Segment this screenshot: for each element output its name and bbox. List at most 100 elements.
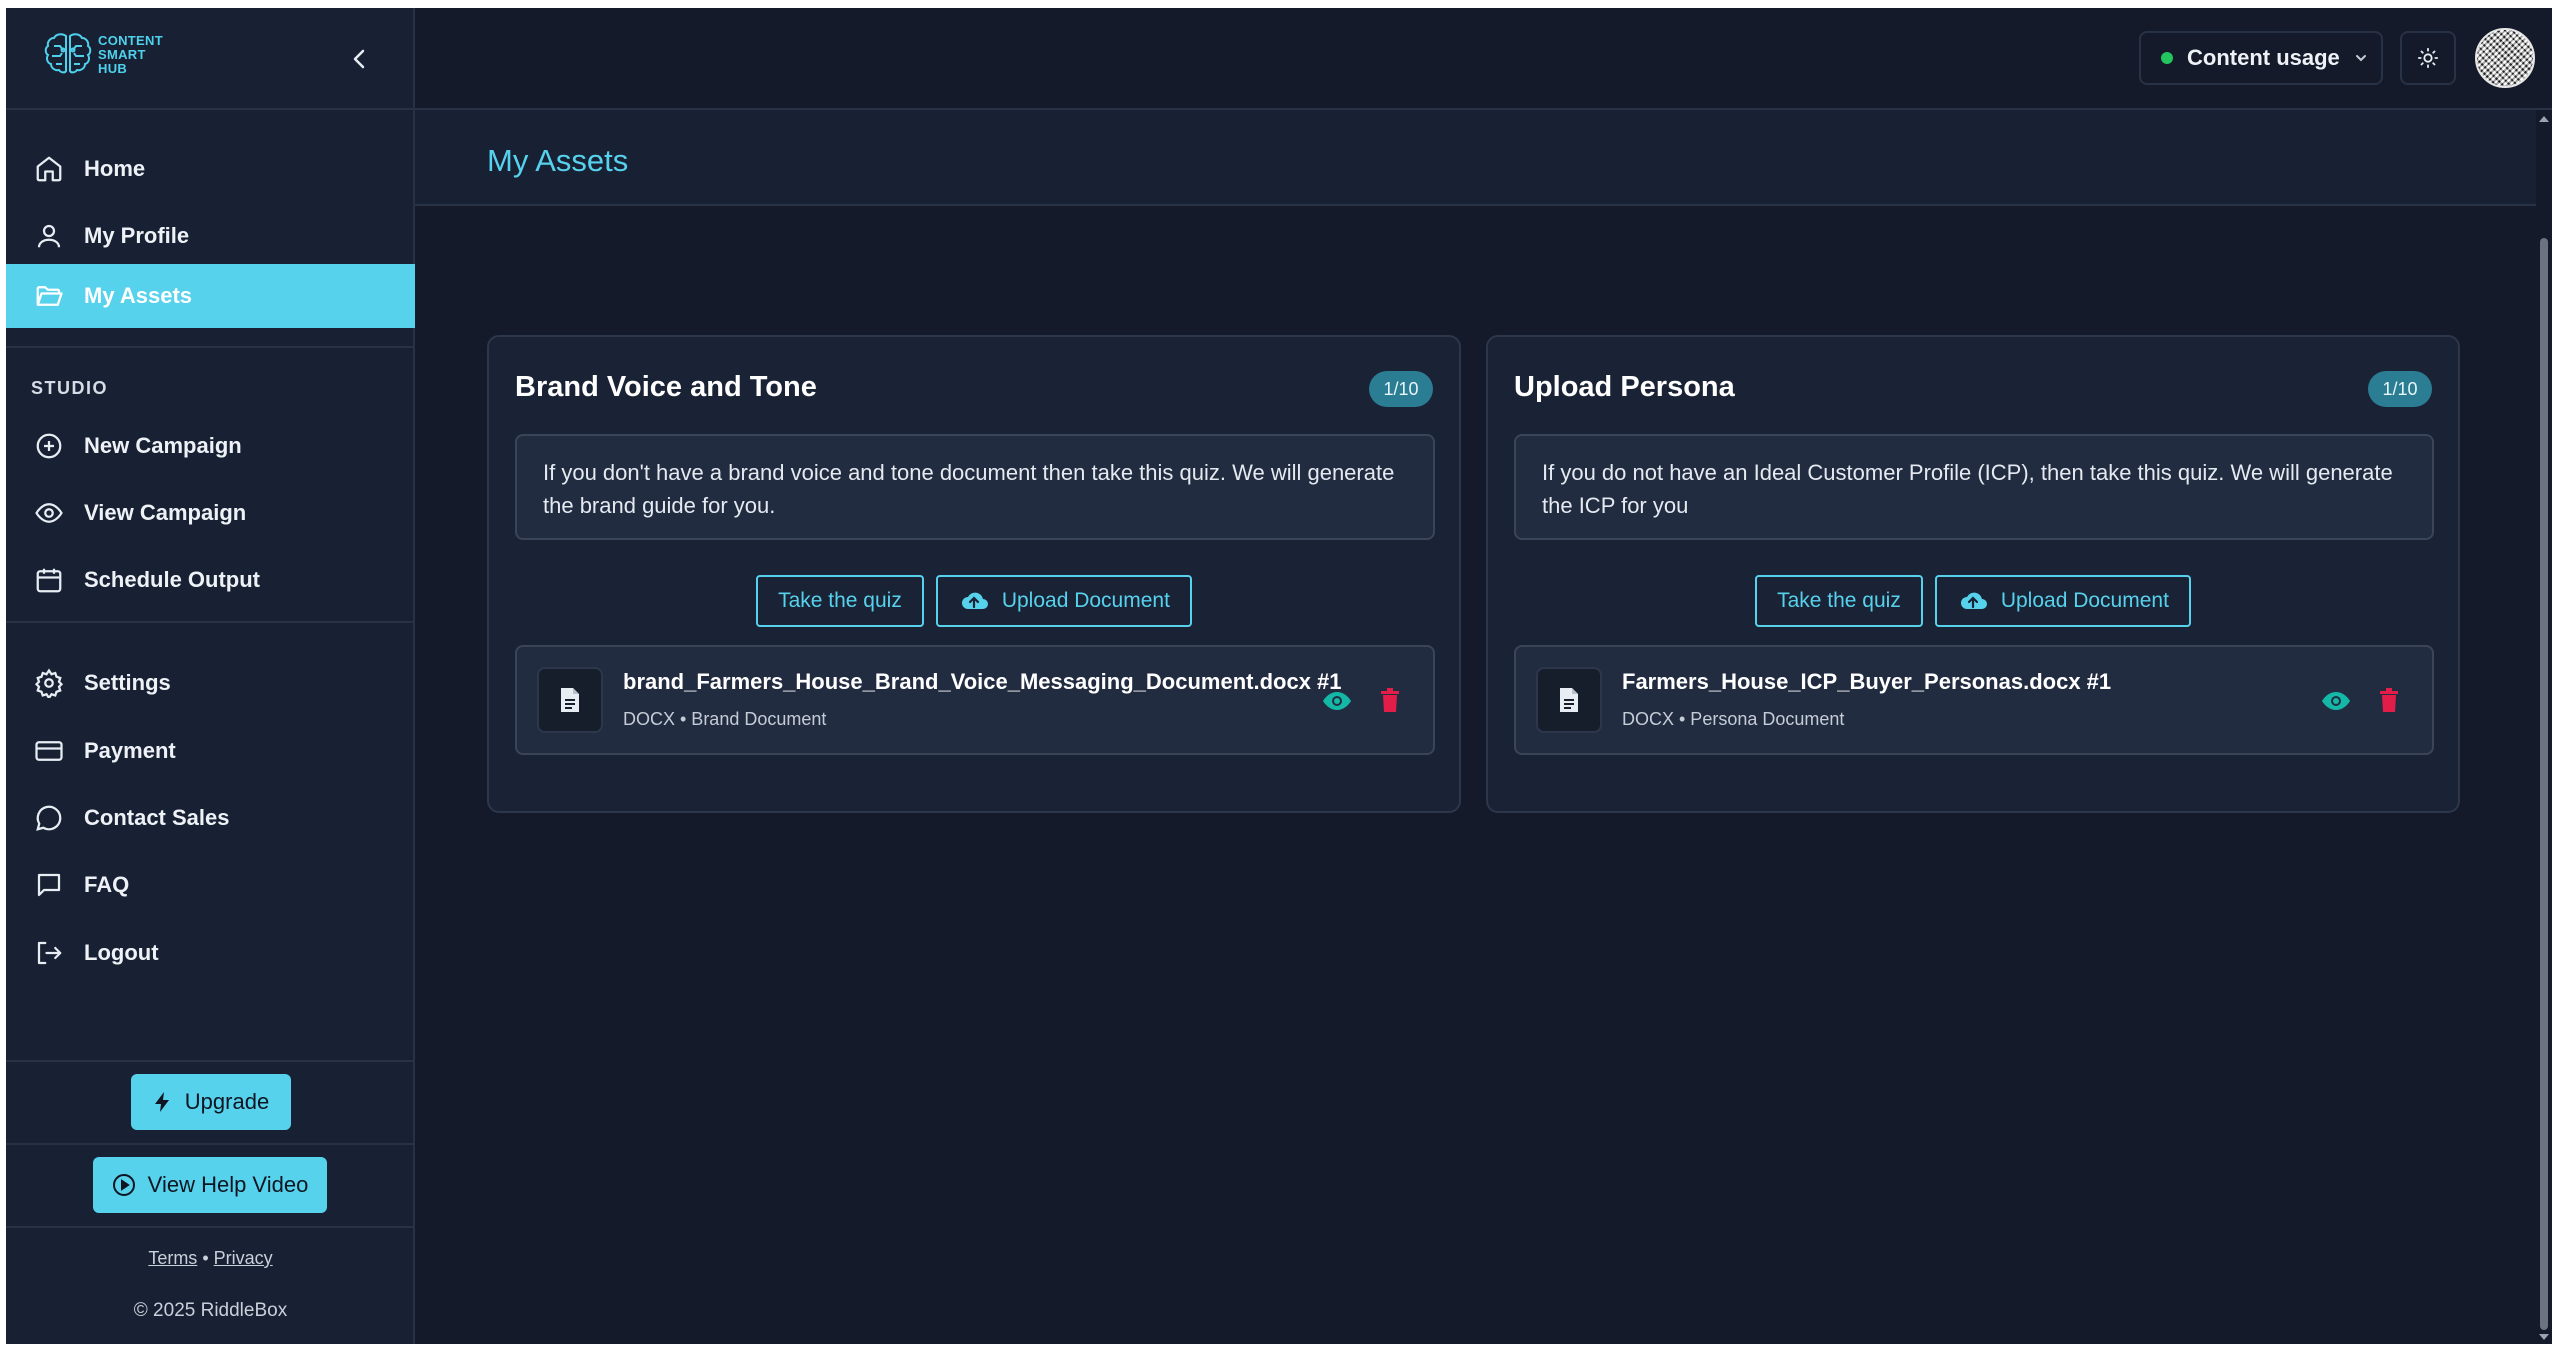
plus-circle-icon (36, 433, 62, 459)
gear-icon (34, 668, 64, 698)
trash-icon (2380, 688, 2398, 712)
usage-count-badge: 1/10 (2368, 371, 2432, 407)
scrollbar[interactable] (2536, 110, 2552, 1344)
terms-link[interactable]: Terms (148, 1248, 197, 1268)
file-name[interactable]: Farmers_House_ICP_Buyer_Personas.docx #1 (1622, 669, 2111, 695)
upload-document-label: Upload Document (2000, 589, 2169, 612)
play-circle-icon (112, 1174, 135, 1196)
logo-text-line: SMART (98, 47, 146, 62)
info-box: If you don't have a brand voice and tone… (515, 434, 1435, 540)
chat-bubble-icon (36, 805, 62, 831)
delete-file-button[interactable] (1377, 685, 1403, 715)
user-icon (37, 224, 61, 248)
sidebar-item-settings[interactable]: Settings (6, 651, 415, 715)
sidebar-divider (6, 1143, 415, 1145)
logo-text-line: CONTENT (98, 33, 163, 48)
folder-open-icon (36, 286, 63, 306)
page-header: My Assets (415, 110, 2536, 206)
take-quiz-button[interactable]: Take the quiz (756, 575, 924, 627)
sidebar-item-view-campaign[interactable]: View Campaign (6, 481, 415, 545)
sidebar-item-new-campaign[interactable]: New Campaign (6, 414, 415, 478)
status-dot (2161, 52, 2173, 64)
upgrade-button[interactable]: Upgrade (131, 1074, 291, 1130)
logo-text: CONTENT SMART HUB (98, 34, 163, 76)
file-meta: DOCX • Persona Document (1622, 709, 1845, 729)
avatar[interactable] (2475, 28, 2535, 88)
lightning-icon (154, 1092, 169, 1112)
sidebar-divider (6, 621, 415, 623)
sidebar-item-label: View Campaign (84, 500, 247, 525)
legal-separator: • (202, 1248, 209, 1268)
document-icon (537, 667, 603, 733)
privacy-link[interactable]: Privacy (214, 1248, 273, 1268)
sidebar-item-label: Settings (84, 670, 171, 695)
cloud-upload-icon (961, 592, 988, 609)
sun-icon (2417, 47, 2439, 69)
take-quiz-label: Take the quiz (1777, 589, 1901, 612)
document-icon (1536, 667, 1602, 733)
sidebar-header: CONTENT SMART HUB (6, 8, 413, 110)
file-name[interactable]: brand_Farmers_House_Brand_Voice_Messagin… (623, 669, 1342, 695)
section-label-studio: STUDIO (31, 378, 109, 398)
content-usage-label: Content usage (2187, 45, 2340, 70)
sidebar: CONTENT SMART HUB Home My Profile My Ass… (6, 8, 415, 1344)
view-file-button[interactable] (1321, 687, 1353, 715)
file-row: Farmers_House_ICP_Buyer_Personas.docx #1… (1514, 645, 2434, 755)
app-window: CONTENT SMART HUB Home My Profile My Ass… (6, 8, 2552, 1344)
sidebar-item-label: Logout (84, 940, 159, 965)
logo[interactable]: CONTENT SMART HUB (44, 30, 163, 80)
sidebar-item-label: Home (84, 156, 146, 181)
brand-voice-card: Brand Voice and Tone 1/10 If you don't h… (487, 335, 1461, 813)
card-title: Upload Persona (1514, 371, 1735, 403)
sidebar-item-schedule-output[interactable]: Schedule Output (6, 548, 415, 612)
logo-text-line: HUB (98, 61, 128, 76)
take-quiz-button[interactable]: Take the quiz (1755, 575, 1923, 627)
sidebar-item-contact-sales[interactable]: Contact Sales (6, 786, 415, 850)
sidebar-item-label: FAQ (84, 872, 130, 897)
sidebar-item-home[interactable]: Home (6, 137, 415, 201)
view-file-button[interactable] (2320, 687, 2352, 715)
card-title: Brand Voice and Tone (515, 371, 817, 403)
sidebar-item-label: Payment (84, 738, 176, 763)
sidebar-divider (6, 346, 415, 348)
sidebar-item-logout[interactable]: Logout (6, 921, 415, 985)
sidebar-item-label: My Assets (84, 283, 193, 308)
scroll-up-arrow-icon[interactable] (2539, 116, 2549, 122)
message-square-icon (37, 873, 61, 897)
sidebar-item-my-assets[interactable]: My Assets (6, 264, 415, 328)
theme-toggle-button[interactable] (2400, 31, 2456, 85)
upload-document-button[interactable]: Upload Document (935, 575, 1192, 627)
eye-icon (35, 503, 63, 523)
sidebar-item-faq[interactable]: FAQ (6, 853, 415, 917)
card-actions: Take the quiz Upload Document (489, 575, 1459, 627)
sidebar-divider (6, 1226, 415, 1228)
eye-icon (2322, 692, 2350, 710)
info-box: If you do not have an Ideal Customer Pro… (1514, 434, 2434, 540)
upload-document-button[interactable]: Upload Document (1934, 575, 2191, 627)
sidebar-item-label: Contact Sales (84, 805, 230, 830)
upload-document-label: Upload Document (1001, 589, 1170, 612)
sidebar-divider (6, 1060, 415, 1062)
card-actions: Take the quiz Upload Document (1488, 575, 2458, 627)
scroll-down-arrow-icon[interactable] (2539, 1334, 2549, 1340)
sidebar-item-label: Schedule Output (84, 567, 260, 592)
content-usage-dropdown[interactable]: Content usage (2139, 31, 2383, 85)
brain-logo-icon (44, 33, 92, 74)
upload-persona-card: Upload Persona 1/10 If you do not have a… (1486, 335, 2460, 813)
logout-icon (37, 941, 62, 965)
calendar-icon (36, 568, 62, 593)
scrollbar-thumb[interactable] (2540, 238, 2548, 1330)
top-bar: Content usage (415, 8, 2552, 110)
usage-count-badge: 1/10 (1369, 371, 1433, 407)
delete-file-button[interactable] (2376, 685, 2402, 715)
take-quiz-label: Take the quiz (778, 589, 902, 612)
trash-icon (1381, 688, 1399, 712)
view-help-video-button[interactable]: View Help Video (93, 1157, 327, 1213)
collapse-sidebar-button[interactable] (346, 46, 372, 72)
sidebar-item-my-profile[interactable]: My Profile (6, 204, 415, 268)
help-video-label: View Help Video (147, 1172, 309, 1197)
file-meta: DOCX • Brand Document (623, 709, 827, 729)
upgrade-label: Upgrade (184, 1089, 270, 1114)
sidebar-item-payment[interactable]: Payment (6, 719, 415, 783)
eye-icon (1323, 692, 1351, 710)
